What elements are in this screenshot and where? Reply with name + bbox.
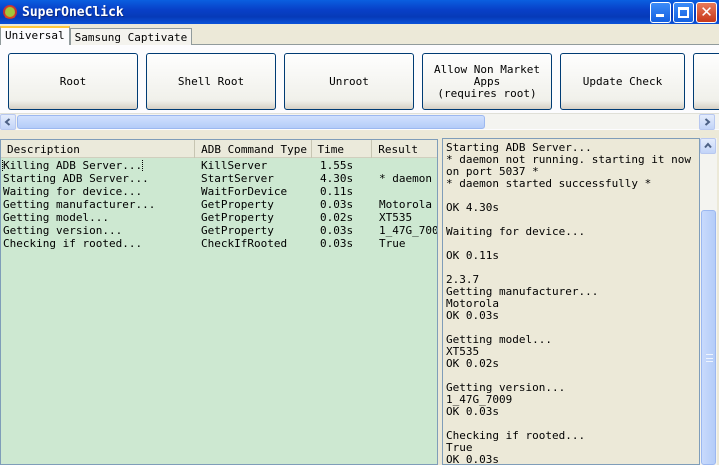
horizontal-scrollbar[interactable] (0, 113, 719, 130)
row-command: StartServer (201, 172, 274, 185)
row-description: Waiting for device... (3, 185, 143, 198)
scroll-right-button[interactable] (699, 114, 715, 130)
table-row[interactable]: Getting model... GetProperty 0.02s XT535 (1, 211, 437, 224)
row-description: Getting version... (3, 224, 123, 237)
column-header-description[interactable]: Description (1, 140, 196, 158)
maximize-icon (678, 7, 689, 18)
console-text: Starting ADB Server... * daemon not runn… (446, 141, 692, 465)
column-header-adb-command-type[interactable]: ADB Command Type (195, 140, 312, 158)
root-button[interactable]: Root (8, 53, 138, 110)
close-icon: ✕ (700, 3, 713, 21)
row-result: 1_47G_7009 (379, 224, 437, 237)
scroll-left-button[interactable] (0, 114, 16, 130)
row-result: Motorola (379, 198, 432, 211)
horizontal-scroll-thumb[interactable] (17, 115, 485, 129)
tab-strip: Universal Samsung Captivate (0, 26, 193, 45)
row-description: Starting ADB Server... (3, 172, 149, 185)
row-command: GetProperty (201, 224, 274, 237)
table-row[interactable]: Starting ADB Server... StartServer 4.30s… (1, 172, 437, 185)
android-app-icon (3, 5, 17, 19)
arrow-up-icon (704, 142, 712, 149)
row-description: Getting manufacturer... (3, 198, 156, 211)
row-result: True (379, 237, 406, 250)
minimize-icon (656, 14, 664, 17)
tab-samsung-captivate[interactable]: Samsung Captivate (69, 28, 193, 45)
row-command: WaitForDevice (201, 185, 288, 198)
row-result (377, 185, 437, 198)
row-time: 0.02s (320, 211, 354, 224)
arrow-right-icon (704, 118, 711, 126)
row-time: 4.30s (320, 172, 354, 185)
minimize-button[interactable] (650, 2, 671, 23)
row-command: CheckIfRooted (201, 237, 288, 250)
row-time: 0.11s (320, 185, 354, 198)
scroll-up-button[interactable] (700, 138, 716, 154)
table-row[interactable]: Checking if rooted... CheckIfRooted 0.03… (1, 237, 437, 250)
row-time: 0.03s (320, 237, 354, 250)
log-list-view[interactable]: Description ADB Command Type Time Result… (0, 139, 438, 465)
row-description: Killing ADB Server... (1, 159, 144, 172)
vertical-scrollbar[interactable] (700, 138, 717, 465)
row-command: GetProperty (201, 198, 274, 211)
shell-root-button[interactable]: Shell Root (146, 53, 276, 110)
row-description: Getting model... (3, 211, 109, 224)
update-check-button[interactable]: Update Check (560, 53, 685, 110)
scroll-grip-icon (706, 354, 713, 362)
title-bar[interactable]: SuperOneClick ✕ (0, 0, 719, 24)
row-command: KillServer (201, 159, 268, 172)
row-description: Checking if rooted... (3, 237, 143, 250)
main-area: Description ADB Command Type Time Result… (0, 136, 719, 465)
tab-universal[interactable]: Universal (0, 26, 70, 45)
arrow-left-icon (4, 118, 11, 126)
list-rows: Killing ADB Server... KillServer 1.55s S… (1, 159, 437, 250)
column-header-result[interactable]: Result (372, 140, 437, 158)
action-button-row: Root Shell Root Unroot Allow Non Market … (8, 53, 719, 110)
row-result: * daemon not running. starting it now on… (379, 172, 437, 185)
row-result: XT535 (379, 211, 413, 224)
row-time: 1.55s (320, 159, 354, 172)
unroot-button[interactable]: Unroot (284, 53, 414, 110)
table-row[interactable]: Getting manufacturer... GetProperty 0.03… (1, 198, 437, 211)
row-time: 0.03s (320, 198, 354, 211)
close-button[interactable]: ✕ (696, 2, 717, 23)
window-title: SuperOneClick (22, 4, 124, 20)
vertical-scroll-thumb[interactable] (701, 210, 716, 465)
row-time: 0.03s (320, 224, 354, 237)
column-header-time[interactable]: Time (312, 140, 373, 158)
maximize-button[interactable] (673, 2, 694, 23)
more-button-partial[interactable] (693, 53, 719, 110)
list-header: Description ADB Command Type Time Result (1, 140, 437, 158)
row-result (377, 159, 437, 172)
table-row[interactable]: Waiting for device... WaitForDevice 0.11… (1, 185, 437, 198)
table-row[interactable]: Killing ADB Server... KillServer 1.55s (1, 159, 437, 172)
row-command: GetProperty (201, 211, 274, 224)
console-output[interactable]: Starting ADB Server... * daemon not runn… (442, 138, 700, 465)
allow-non-market-apps-button[interactable]: Allow Non Market Apps (requires root) (422, 53, 552, 110)
table-row[interactable]: Getting version... GetProperty 0.03s 1_4… (1, 224, 437, 237)
